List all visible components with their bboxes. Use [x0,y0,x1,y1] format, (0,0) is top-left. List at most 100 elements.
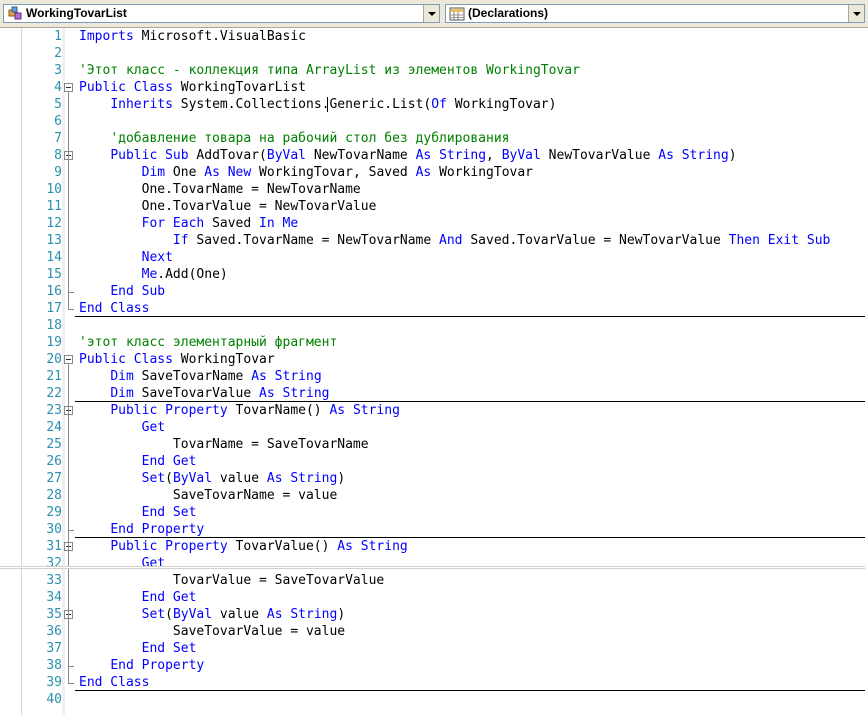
code-token: value [212,607,267,622]
keyword-token: End Property [110,522,205,537]
keyword-token: As String [329,403,400,418]
outline-end-tick [68,683,74,684]
code-line[interactable]: Public Property TovarValue() As String [79,538,408,555]
code-line[interactable]: 'этот класс элементарный фрагмент [79,334,337,351]
class-icon [8,6,22,20]
code-line[interactable]: If Saved.TovarName = NewTovarName And Sa… [79,232,830,249]
keyword-token: As [415,165,432,180]
line-number: 37 [46,641,62,656]
line-number: 31 [46,539,62,554]
code-line[interactable]: End Property [79,521,204,538]
navigation-bar: WorkingTovarList (Declarations) [0,0,868,28]
line-number: 1 [54,29,62,44]
code-line[interactable]: 'добавление товара на рабочий стол без д… [79,130,509,147]
text-caret [327,97,328,112]
line-number: 9 [54,165,62,180]
code-line[interactable]: End Property [79,657,204,674]
code-line[interactable]: Set(ByVal value As String) [79,470,346,487]
keyword-token: As String [337,539,408,554]
code-line[interactable]: Get [79,419,165,436]
code-line[interactable]: For Each Saved In Me [79,215,299,232]
code-line[interactable]: Inherits System.Collections.Generic.List… [79,96,556,113]
code-line[interactable]: One.TovarName = NewTovarName [79,181,361,198]
code-token: SaveTovarName = value [79,488,338,503]
line-number: 3 [54,63,62,78]
code-line[interactable]: Get [79,555,165,572]
keyword-token: Get [141,420,166,435]
keyword-token: End Class [79,675,150,690]
code-line[interactable]: TovarName = SaveTovarName [79,436,369,453]
code-line[interactable]: End Sub [79,283,165,300]
keyword-token: In Me [259,216,299,231]
code-token: TovarName() [227,403,330,418]
member-name-dropdown[interactable]: (Declarations) [445,4,865,23]
declarations-icon [449,7,465,21]
keyword-token: Dim [141,165,166,180]
code-line[interactable]: One.TovarValue = NewTovarValue [79,198,377,215]
outline-end-tick [68,530,74,531]
code-token: WorkingTovar [172,352,275,367]
line-number: 5 [54,97,62,112]
code-line[interactable]: Public Class WorkingTovarList [79,79,306,96]
line-number: 36 [46,624,62,639]
keyword-token: Imports [79,29,134,44]
code-line[interactable]: Me.Add(One) [79,266,228,283]
code-token: WorkingTovarList [172,80,306,95]
code-line[interactable]: Dim SaveTovarValue As String [79,385,329,402]
class-name-dropdown[interactable]: WorkingTovarList [3,4,440,23]
line-number: 18 [46,318,62,333]
splitter-line[interactable] [0,566,868,569]
keyword-token: Me [141,267,158,282]
line-number: 11 [46,199,62,214]
keyword-token: End Sub [110,284,166,299]
outline-end-tick [68,666,74,667]
collapse-icon[interactable] [64,355,73,364]
code-line[interactable]: End Get [79,589,197,606]
code-line[interactable]: End Set [79,640,197,657]
outline-line [68,415,69,530]
chevron-down-icon[interactable] [848,5,864,22]
selection-margin[interactable] [0,28,22,715]
code-line[interactable]: Dim SaveTovarName As String [79,368,322,385]
keyword-token: As String [266,607,338,622]
code-editor[interactable]: 1 2 3 4 5 6 7 8 9 10 11 12 13 14 15 16 17 18 19 20 21 22 23 24 2… [0,28,868,715]
collapse-icon[interactable] [64,83,73,92]
code-token: ) [728,148,737,163]
code-line[interactable]: Public Property TovarName() As String [79,402,400,419]
code-line[interactable]: End Set [79,504,197,521]
keyword-token: As String [251,369,322,384]
code-line[interactable]: TovarValue = SaveTovarValue [79,572,384,589]
line-number: 23 [46,403,62,418]
code-line[interactable]: Public Class WorkingTovar [79,351,275,368]
code-token: .Add(One) [157,267,228,282]
keyword-token: For Each [141,216,205,231]
code-line[interactable]: Next [79,249,173,266]
code-line[interactable]: 'Этот класс - коллекция типа ArrayList и… [79,62,580,79]
code-line[interactable]: Dim One As New WorkingTovar, Saved As Wo… [79,164,533,181]
line-number: 33 [46,573,62,588]
code-line[interactable]: SaveTovarValue = value [79,623,345,640]
line-number: 40 [46,692,62,707]
keyword-token: ByVal [501,148,541,163]
chevron-down-icon[interactable] [423,5,439,22]
code-line[interactable]: Public Sub AddTovar(ByVal NewTovarName A… [79,147,737,164]
procedure-separator [75,316,868,317]
code-line[interactable]: SaveTovarName = value [79,487,337,504]
code-line[interactable]: End Class [79,674,149,691]
code-token: TovarName = SaveTovarName [79,437,369,452]
code-line[interactable]: End Class [79,300,149,317]
keyword-token: Then Exit Sub [728,233,831,248]
code-token: AddTovar( [188,148,267,163]
keyword-token: If [172,233,189,248]
code-line[interactable]: Imports Microsoft.VisualBasic [79,28,306,45]
code-token: ( [165,471,173,486]
code-line[interactable]: End Get [79,453,197,470]
code-line[interactable]: Set(ByVal value As String) [79,606,346,623]
